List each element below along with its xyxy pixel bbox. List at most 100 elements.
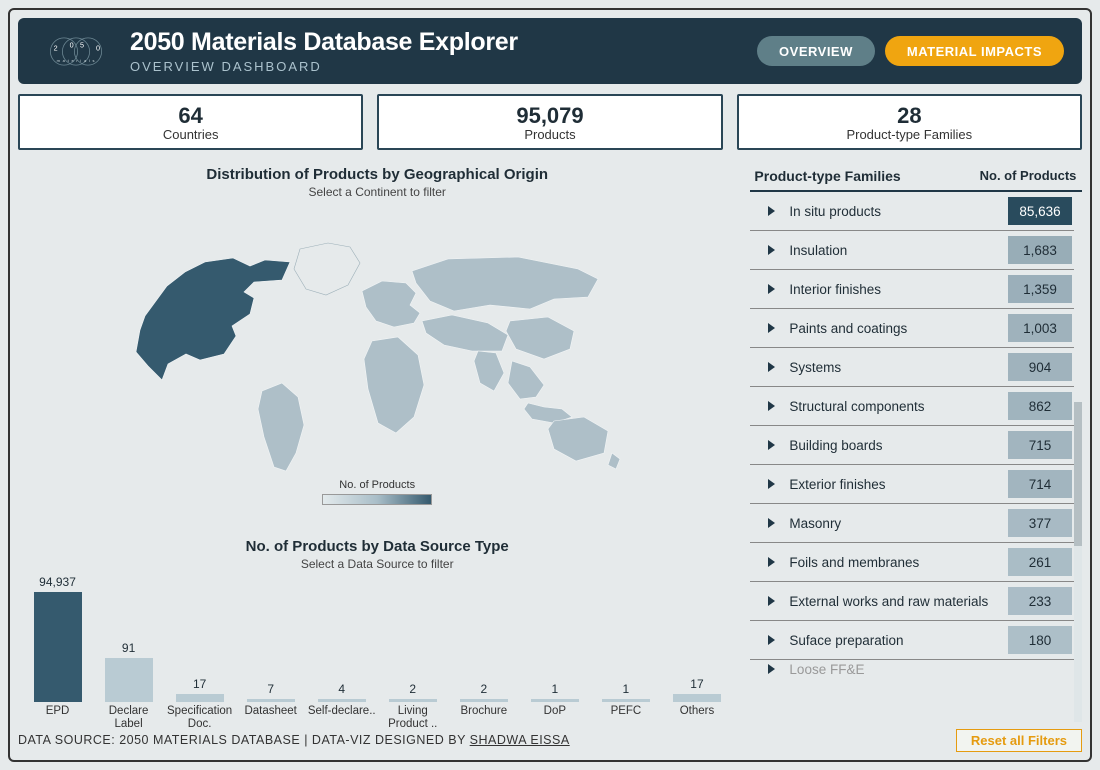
tab-material-impacts[interactable]: MATERIAL IMPACTS	[885, 36, 1064, 66]
family-row[interactable]: Systems904	[750, 348, 1074, 387]
bar-rect	[176, 694, 224, 702]
page-subtitle: OVERVIEW DASHBOARD	[130, 59, 757, 74]
family-name: Structural components	[789, 399, 1008, 414]
data-source-bar-chart[interactable]: No. of Products by Data Source Type Sele…	[18, 532, 736, 722]
bar-chart-subtitle: Select a Data Source to filter	[18, 557, 736, 571]
expand-icon[interactable]	[768, 245, 775, 255]
kpi-products-label: Products	[524, 127, 575, 142]
bar-rect	[389, 699, 437, 702]
expand-icon[interactable]	[768, 596, 775, 606]
bar-value-label: 17	[690, 677, 703, 691]
family-row[interactable]: Masonry377	[750, 504, 1074, 543]
footer-credit-name[interactable]: SHADWA EISSA	[470, 733, 570, 747]
kpi-products-value: 95,079	[516, 103, 583, 129]
family-row[interactable]: Foils and membranes261	[750, 543, 1074, 582]
families-table-body[interactable]: In situ products85,636Insulation1,683Int…	[750, 192, 1082, 722]
bar-rect	[105, 658, 153, 702]
kpi-countries-value: 64	[178, 103, 202, 129]
right-column: Product-type Families No. of Products In…	[750, 160, 1082, 722]
bar-x-label: Brochure	[448, 705, 519, 730]
family-count: 261	[1008, 548, 1072, 576]
bar-column[interactable]: 1	[590, 682, 661, 702]
expand-icon[interactable]	[768, 362, 775, 372]
family-name: Building boards	[789, 438, 1008, 453]
bar-column[interactable]: 1	[519, 682, 590, 702]
family-row[interactable]: Structural components862	[750, 387, 1074, 426]
bar-column[interactable]: 17	[661, 677, 732, 702]
expand-icon[interactable]	[768, 518, 775, 528]
bar-column[interactable]: 2	[377, 682, 448, 702]
family-name: Systems	[789, 360, 1008, 375]
footer-bar: DATA SOURCE: 2050 MATERIALS DATABASE | D…	[18, 728, 1082, 752]
svg-text:0: 0	[70, 40, 74, 49]
family-count: 377	[1008, 509, 1072, 537]
bar-column[interactable]: 7	[235, 682, 306, 702]
bar-value-label: 1	[623, 682, 630, 696]
expand-icon[interactable]	[768, 323, 775, 333]
bar-rect	[531, 699, 579, 702]
family-name: Exterior finishes	[789, 477, 1008, 492]
family-row[interactable]: Suface preparation180	[750, 621, 1074, 660]
header-titles: 2050 Materials Database Explorer OVERVIE…	[130, 28, 757, 74]
bar-column[interactable]: 17	[164, 677, 235, 702]
family-count: 904	[1008, 353, 1072, 381]
bar-x-label: Datasheet	[235, 705, 306, 730]
family-row[interactable]: Paints and coatings1,003	[750, 309, 1074, 348]
bar-x-label: EPD	[22, 705, 93, 730]
reset-all-filters-button[interactable]: Reset all Filters	[956, 729, 1082, 752]
family-count: 1,359	[1008, 275, 1072, 303]
family-row[interactable]: External works and raw materials233	[750, 582, 1074, 621]
bar-value-label: 91	[122, 641, 135, 655]
family-name: Loose FF&E	[789, 662, 1008, 677]
family-count: 715	[1008, 431, 1072, 459]
family-row[interactable]: Building boards715	[750, 426, 1074, 465]
tab-overview[interactable]: OVERVIEW	[757, 36, 875, 66]
expand-icon[interactable]	[768, 401, 775, 411]
expand-icon[interactable]	[768, 479, 775, 489]
bar-column[interactable]: 91	[93, 641, 164, 702]
expand-icon[interactable]	[768, 440, 775, 450]
bar-column[interactable]: 4	[306, 682, 377, 702]
family-name: Insulation	[789, 243, 1008, 258]
kpi-countries: 64 Countries	[18, 94, 363, 150]
family-count: 1,003	[1008, 314, 1072, 342]
svg-text:5: 5	[80, 40, 84, 49]
footer-source: DATA SOURCE: 2050 MATERIALS DATABASE	[18, 733, 300, 747]
expand-icon[interactable]	[768, 635, 775, 645]
map-legend-gradient	[322, 494, 432, 505]
kpi-families-value: 28	[897, 103, 921, 129]
bar-column[interactable]: 2	[448, 682, 519, 702]
bar-x-labels: EPDDeclareLabelSpecificationDoc.Datashee…	[18, 702, 736, 730]
expand-icon[interactable]	[768, 664, 775, 674]
bar-x-label: SpecificationDoc.	[164, 705, 235, 730]
family-row[interactable]: In situ products85,636	[750, 192, 1074, 231]
footer-text: DATA SOURCE: 2050 MATERIALS DATABASE | D…	[18, 733, 570, 747]
header-bar: 2 0 5 0 m a t e r i a l s 2050 Materials…	[18, 18, 1082, 84]
expand-icon[interactable]	[768, 557, 775, 567]
map-legend-label: No. of Products	[339, 479, 415, 491]
brand-logo: 2 0 5 0 m a t e r i a l s	[36, 29, 116, 74]
bar-x-label: DoP	[519, 705, 590, 730]
bar-x-label: Self-declare..	[306, 705, 377, 730]
family-count: 714	[1008, 470, 1072, 498]
family-name: External works and raw materials	[789, 594, 1008, 609]
bar-column[interactable]: 94,937	[22, 575, 93, 702]
kpi-families-label: Product-type Families	[846, 127, 972, 142]
family-count: 862	[1008, 392, 1072, 420]
dashboard-frame: 2 0 5 0 m a t e r i a l s 2050 Materials…	[8, 8, 1092, 762]
expand-icon[interactable]	[768, 284, 775, 294]
bar-plot-area: 94,937911774221117	[18, 575, 736, 702]
bar-chart-title: No. of Products by Data Source Type	[18, 538, 736, 555]
bar-value-label: 7	[267, 682, 274, 696]
family-name: In situ products	[789, 204, 1008, 219]
family-row[interactable]: Interior finishes1,359	[750, 270, 1074, 309]
world-map-chart[interactable]: No. of Products	[18, 203, 736, 532]
family-row[interactable]: Exterior finishes714	[750, 465, 1074, 504]
families-header-name: Product-type Families	[754, 168, 978, 184]
family-row[interactable]: Loose FF&E	[750, 660, 1074, 678]
family-row[interactable]: Insulation1,683	[750, 231, 1074, 270]
bar-rect	[460, 699, 508, 702]
expand-icon[interactable]	[768, 206, 775, 216]
families-scrollbar[interactable]	[1074, 192, 1082, 722]
family-name: Interior finishes	[789, 282, 1008, 297]
